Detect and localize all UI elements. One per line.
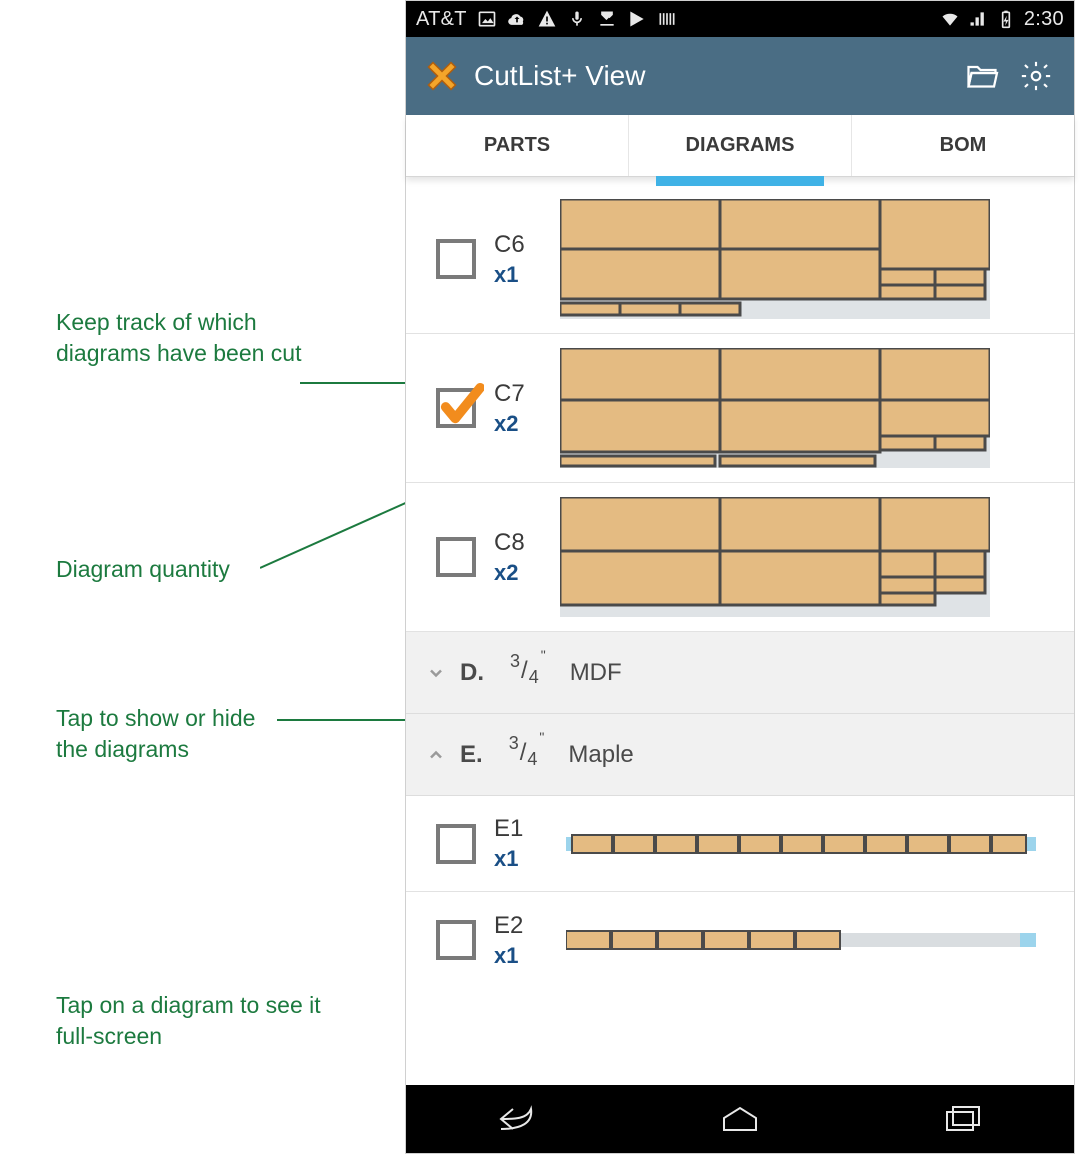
tab-bar: PARTS DIAGRAMS BOM	[406, 115, 1074, 177]
mic-icon	[567, 9, 587, 29]
diagram-id: E2	[494, 912, 542, 940]
cloud-upload-icon	[507, 9, 527, 29]
diagram-row[interactable]: E1 x1	[406, 796, 1074, 892]
cut-checkbox[interactable]	[436, 537, 476, 577]
diagram-row[interactable]: C7 x2	[406, 334, 1074, 483]
home-icon	[720, 1104, 760, 1134]
group-thickness: 3/4"	[509, 739, 545, 771]
diagram-thumbnail[interactable]	[566, 831, 1036, 857]
group-material: MDF	[570, 659, 622, 687]
diagram-qty: x2	[494, 411, 542, 437]
diagram-id: C8	[494, 529, 542, 557]
diagram-thumbnail[interactable]	[560, 199, 990, 319]
annotation-fullscreen: Tap on a diagram to see it full-screen	[56, 990, 336, 1052]
play-store-icon	[627, 9, 647, 29]
battery-charging-icon	[996, 9, 1016, 29]
annotation-track-cut: Keep track of which diagrams have been c…	[56, 307, 346, 369]
cut-checkbox[interactable]	[436, 824, 476, 864]
gear-icon	[1019, 59, 1053, 93]
cut-checkbox[interactable]	[436, 388, 476, 428]
status-bar: AT&T 2:30	[406, 1, 1074, 37]
diagram-qty: x1	[494, 262, 542, 288]
signal-icon	[968, 9, 988, 29]
picture-icon	[477, 9, 497, 29]
group-letter: D.	[460, 659, 484, 687]
app-title: CutList+ View	[474, 60, 645, 92]
recent-apps-icon	[943, 1104, 983, 1134]
diagram-thumbnail[interactable]	[560, 497, 990, 617]
android-nav-bar	[406, 1085, 1074, 1153]
material-group-header[interactable]: D. 3/4" MDF	[406, 632, 1074, 714]
settings-button[interactable]	[1016, 56, 1056, 96]
tab-diagrams[interactable]: DIAGRAMS	[629, 115, 852, 176]
group-material: Maple	[568, 741, 633, 769]
diagram-qty: x1	[494, 943, 542, 969]
diagram-qty: x1	[494, 846, 542, 872]
diagram-id: C7	[494, 380, 542, 408]
diagram-id: E1	[494, 815, 542, 843]
cut-checkbox[interactable]	[436, 920, 476, 960]
app-logo-icon	[424, 58, 460, 94]
back-icon	[495, 1103, 539, 1135]
checkmark-icon	[438, 382, 484, 428]
diagram-row[interactable]: C8 x2	[406, 483, 1074, 632]
annotation-show-hide: Tap to show or hide the diagrams	[56, 703, 276, 765]
annotation-qty: Diagram quantity	[56, 554, 230, 585]
diagram-thumbnail[interactable]	[560, 348, 990, 468]
phone-frame: AT&T 2:30 CutList+ View	[405, 0, 1075, 1154]
cut-checkbox[interactable]	[436, 239, 476, 279]
material-group-header[interactable]: E. 3/4" Maple	[406, 714, 1074, 796]
home-button[interactable]	[712, 1099, 768, 1139]
chevron-up-icon	[426, 745, 446, 765]
group-letter: E.	[460, 741, 483, 769]
diagram-list[interactable]: C6 x1	[406, 185, 1074, 1085]
tab-parts[interactable]: PARTS	[406, 115, 629, 176]
carrier-label: AT&T	[416, 8, 467, 31]
diagram-id: C6	[494, 231, 542, 259]
warning-icon	[537, 9, 557, 29]
barcode-icon	[657, 9, 677, 29]
recent-apps-button[interactable]	[935, 1099, 991, 1139]
chevron-down-icon	[426, 663, 446, 683]
diagram-qty: x2	[494, 560, 542, 586]
tab-bom[interactable]: BOM	[852, 115, 1074, 176]
download-done-icon	[597, 9, 617, 29]
group-thickness: 3/4"	[510, 657, 546, 689]
app-bar: CutList+ View	[406, 37, 1074, 115]
back-button[interactable]	[489, 1099, 545, 1139]
diagram-thumbnail[interactable]	[566, 927, 1036, 953]
folder-open-icon	[964, 58, 1000, 94]
wifi-icon	[940, 9, 960, 29]
diagram-row[interactable]: C6 x1	[406, 185, 1074, 334]
open-file-button[interactable]	[962, 56, 1002, 96]
diagram-row[interactable]: E2 x1	[406, 892, 1074, 988]
clock-label: 2:30	[1024, 8, 1064, 31]
